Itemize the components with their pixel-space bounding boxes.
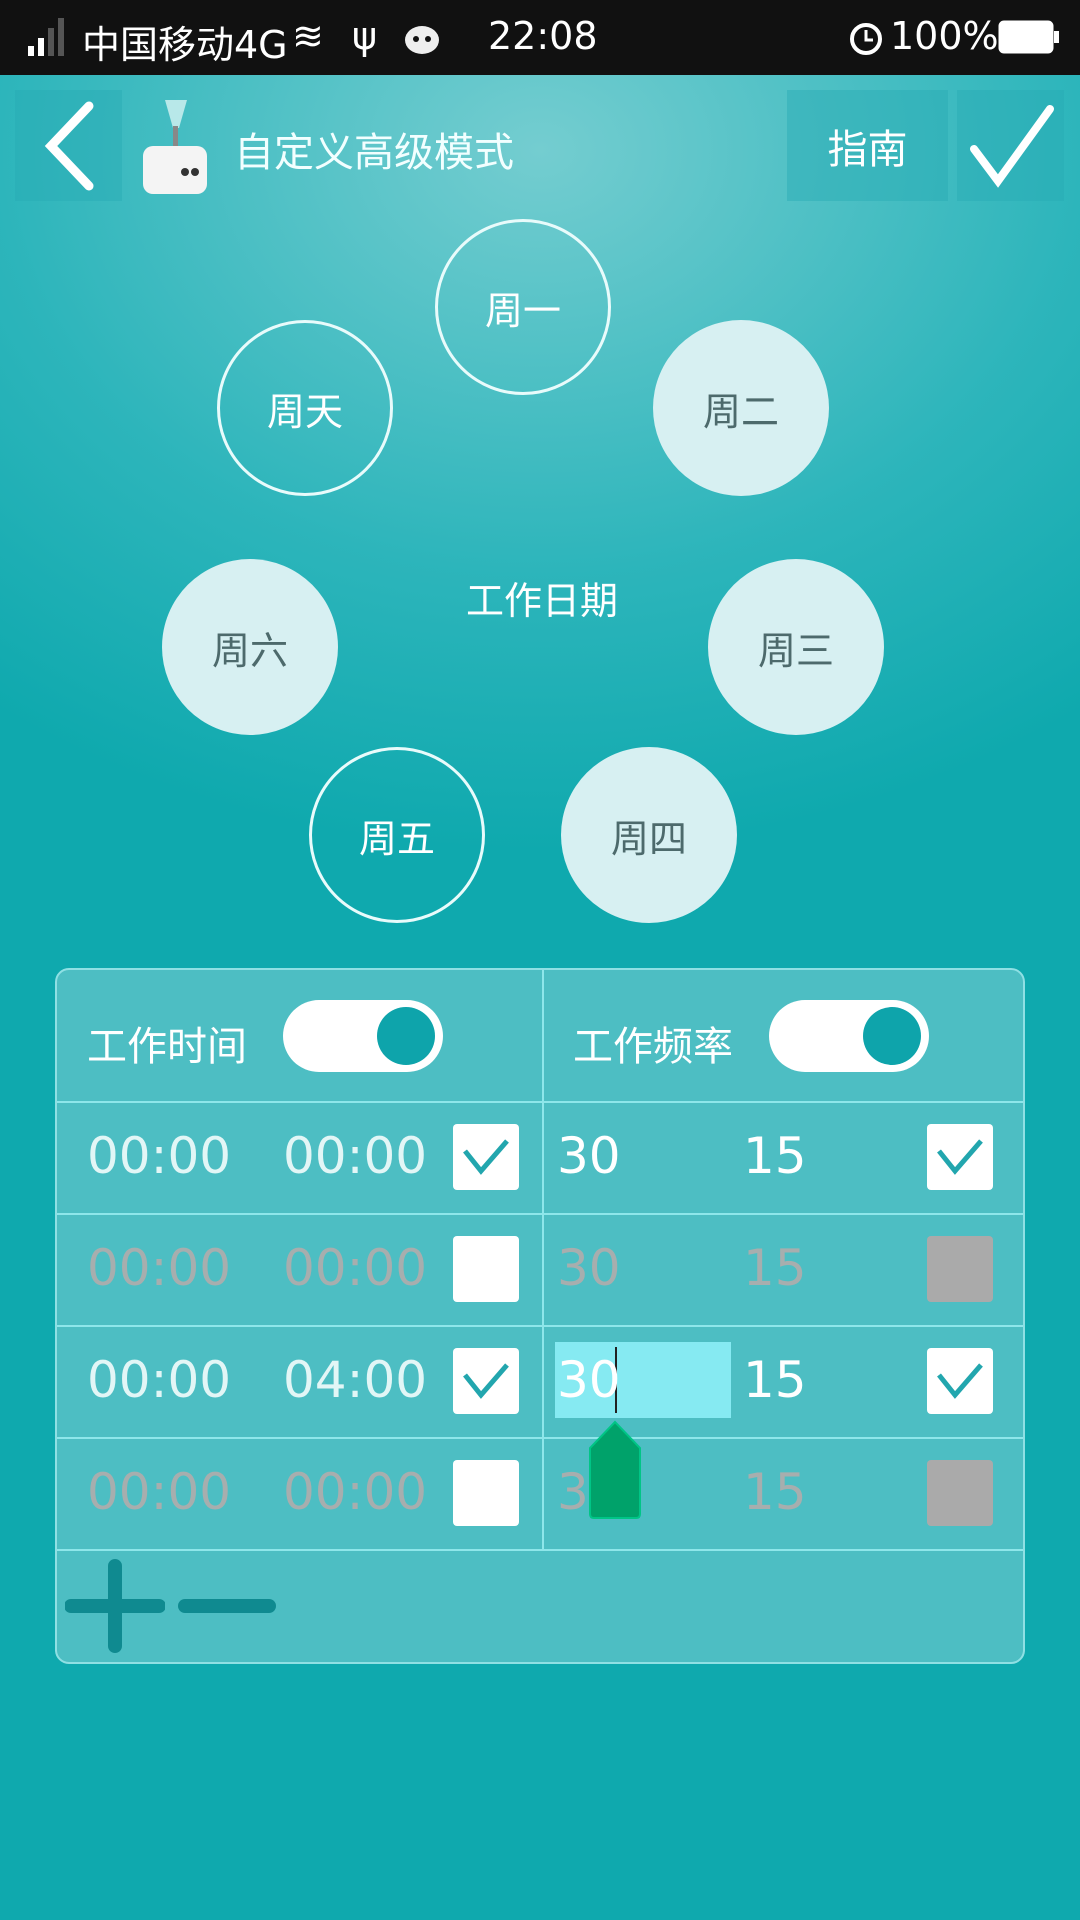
- confirm-check-icon: [969, 104, 1054, 188]
- work-time-header: 工作时间: [87, 1024, 247, 1070]
- page-title: 自定义高级模式: [234, 130, 514, 176]
- time-checkbox[interactable]: [453, 1460, 519, 1526]
- frequency-off-input[interactable]: 15: [743, 1351, 807, 1409]
- battery-icon: [998, 20, 1059, 54]
- start-time[interactable]: 00:00: [87, 1239, 231, 1297]
- day-wednesday[interactable]: 周三: [708, 559, 884, 735]
- alarm-icon: [850, 23, 882, 55]
- remove-icon[interactable]: [177, 1558, 277, 1656]
- time-checkbox[interactable]: [453, 1348, 519, 1414]
- check-icon: [937, 1363, 983, 1399]
- end-time[interactable]: 00:00: [283, 1463, 427, 1521]
- frequency-checkbox[interactable]: [927, 1236, 993, 1302]
- check-icon: [463, 1363, 509, 1399]
- start-time[interactable]: 00:00: [87, 1463, 231, 1521]
- add-icon[interactable]: [65, 1558, 165, 1656]
- guide-button[interactable]: 指南: [787, 90, 948, 201]
- day-tuesday[interactable]: 周二: [653, 320, 829, 496]
- table-row: 00:00 00:00 30 15: [57, 1213, 1023, 1325]
- day-thursday[interactable]: 周四: [561, 747, 737, 923]
- time-checkbox[interactable]: [453, 1124, 519, 1190]
- start-time[interactable]: 00:00: [87, 1351, 231, 1409]
- work-frequency-header: 工作频率: [573, 1024, 733, 1070]
- frequency-on-input[interactable]: 30: [557, 1127, 621, 1185]
- day-friday[interactable]: 周五: [309, 747, 485, 923]
- table-row: 00:00 00:00 30 15: [57, 1437, 1023, 1549]
- table-row: 00:00 00:00 30 15: [57, 1101, 1023, 1213]
- frequency-checkbox[interactable]: [927, 1460, 993, 1526]
- usb-icon: ψ: [352, 14, 378, 58]
- work-time-toggle[interactable]: [283, 1000, 443, 1072]
- back-icon: [44, 101, 93, 190]
- back-button[interactable]: [15, 90, 122, 201]
- confirm-button[interactable]: [957, 90, 1064, 201]
- device-logo: [143, 100, 207, 194]
- status-bar: 中国移动4G ≋ ψ 22:08 100%: [0, 0, 1080, 75]
- frequency-off-input[interactable]: 15: [743, 1239, 807, 1297]
- day-sunday[interactable]: 周天: [217, 320, 393, 496]
- frequency-checkbox[interactable]: [927, 1124, 993, 1190]
- signal-icon: [28, 18, 64, 56]
- work-days-label: 工作日期: [465, 579, 618, 623]
- end-time[interactable]: 00:00: [283, 1239, 427, 1297]
- work-frequency-toggle[interactable]: [769, 1000, 929, 1072]
- time-checkbox[interactable]: [453, 1236, 519, 1302]
- frequency-off-input[interactable]: 15: [743, 1463, 807, 1521]
- carrier-label: 中国移动4G: [82, 23, 288, 67]
- wifi-icon: ≋: [292, 14, 324, 58]
- schedule-table: 工作时间 工作频率 00:00 00:00 30 15 00:00 00:00 30 15 00…: [55, 968, 1025, 1664]
- frequency-on-input[interactable]: 30: [557, 1351, 621, 1409]
- end-time[interactable]: 00:00: [283, 1127, 427, 1185]
- check-icon: [937, 1139, 983, 1175]
- frequency-checkbox[interactable]: [927, 1348, 993, 1414]
- start-time[interactable]: 00:00: [87, 1127, 231, 1185]
- frequency-on-input[interactable]: 30: [557, 1239, 621, 1297]
- day-saturday[interactable]: 周六: [162, 559, 338, 735]
- table-row: 00:00 04:00 30 15: [57, 1325, 1023, 1437]
- frequency-off-input[interactable]: 15: [743, 1127, 807, 1185]
- check-icon: [463, 1139, 509, 1175]
- day-monday[interactable]: 周一: [435, 219, 611, 395]
- text-cursor-handle[interactable]: [588, 1420, 642, 1520]
- android-icon: [405, 26, 439, 54]
- end-time[interactable]: 04:00: [283, 1351, 427, 1409]
- clock: 22:08: [488, 14, 598, 58]
- row-divider: [57, 1549, 1023, 1551]
- battery-percent: 100%: [890, 14, 999, 58]
